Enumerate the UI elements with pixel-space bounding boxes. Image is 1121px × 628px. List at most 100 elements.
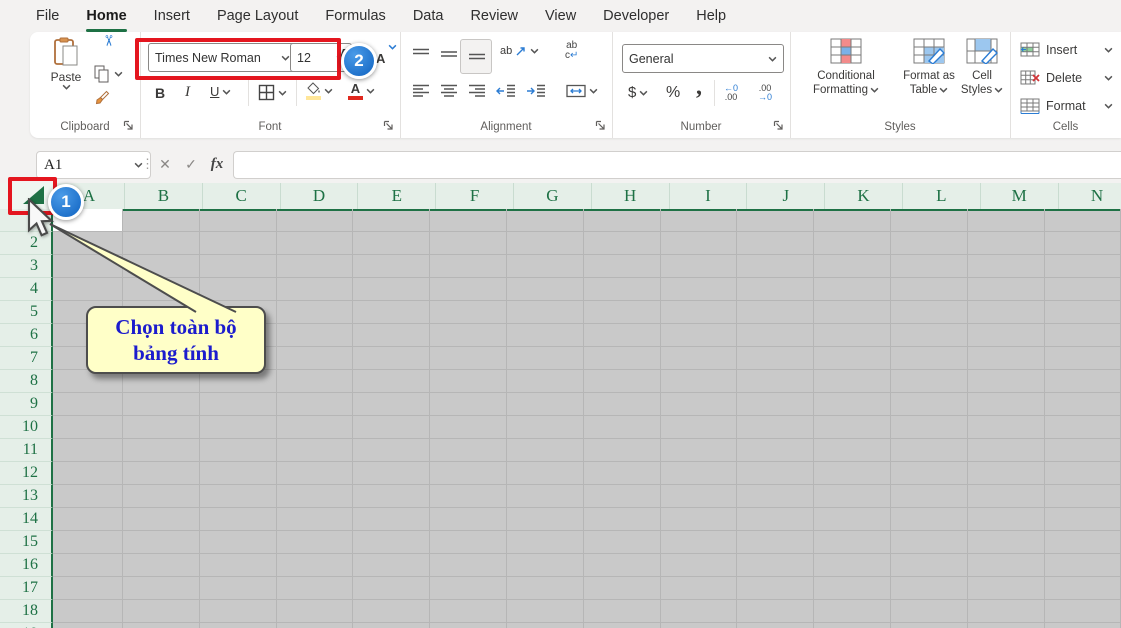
cell-C16[interactable] (200, 554, 277, 577)
cell-M15[interactable] (968, 531, 1045, 554)
format-painter-button[interactable] (94, 90, 123, 106)
increase-indent-button[interactable] (526, 84, 546, 98)
percent-style-button[interactable]: % (666, 84, 680, 102)
cell-I3[interactable] (661, 255, 738, 278)
cell-E8[interactable] (353, 370, 430, 393)
cell-I8[interactable] (661, 370, 738, 393)
cell-E12[interactable] (353, 462, 430, 485)
cell-L7[interactable] (891, 347, 968, 370)
cell-C10[interactable] (200, 416, 277, 439)
cell-D8[interactable] (277, 370, 354, 393)
cell-D1[interactable] (277, 209, 354, 232)
cell-I7[interactable] (661, 347, 738, 370)
cell-L18[interactable] (891, 600, 968, 623)
cell-M1[interactable] (968, 209, 1045, 232)
cell-H8[interactable] (584, 370, 661, 393)
cell-M8[interactable] (968, 370, 1045, 393)
cell-H15[interactable] (584, 531, 661, 554)
wrap-text-button[interactable]: ab c↵ (565, 41, 578, 61)
cell-J13[interactable] (737, 485, 814, 508)
cell-M3[interactable] (968, 255, 1045, 278)
format-as-table-button[interactable]: Format as Table (896, 38, 962, 97)
cell-I12[interactable] (661, 462, 738, 485)
cell-F3[interactable] (430, 255, 507, 278)
cell-H14[interactable] (584, 508, 661, 531)
cell-A14[interactable] (53, 508, 123, 531)
cell-N2[interactable] (1045, 232, 1121, 255)
cell-M18[interactable] (968, 600, 1045, 623)
cell-E18[interactable] (353, 600, 430, 623)
cell-K3[interactable] (814, 255, 891, 278)
cell-M19[interactable] (968, 623, 1045, 628)
tab-review[interactable]: Review (470, 0, 518, 32)
cell-C15[interactable] (200, 531, 277, 554)
cell-N8[interactable] (1045, 370, 1121, 393)
tab-help[interactable]: Help (696, 0, 726, 32)
cell-H7[interactable] (584, 347, 661, 370)
cell-H2[interactable] (584, 232, 661, 255)
column-header-B[interactable]: B (125, 183, 203, 209)
cell-F17[interactable] (430, 577, 507, 600)
cell-M5[interactable] (968, 301, 1045, 324)
cell-E2[interactable] (353, 232, 430, 255)
cell-N17[interactable] (1045, 577, 1121, 600)
cell-G13[interactable] (507, 485, 584, 508)
cell-E17[interactable] (353, 577, 430, 600)
cell-C9[interactable] (200, 393, 277, 416)
cell-L3[interactable] (891, 255, 968, 278)
row-header-13[interactable]: 13 (0, 485, 53, 508)
cell-I18[interactable] (661, 600, 738, 623)
cell-E7[interactable] (353, 347, 430, 370)
cell-L19[interactable] (891, 623, 968, 628)
row-header-16[interactable]: 16 (0, 554, 53, 577)
insert-cells-button[interactable]: Insert (1020, 39, 1113, 61)
cell-I2[interactable] (661, 232, 738, 255)
cell-L5[interactable] (891, 301, 968, 324)
cell-G17[interactable] (507, 577, 584, 600)
cell-C1[interactable] (200, 209, 277, 232)
cell-B14[interactable] (123, 508, 200, 531)
cell-B12[interactable] (123, 462, 200, 485)
cell-N16[interactable] (1045, 554, 1121, 577)
align-middle-button[interactable] (440, 47, 458, 61)
cell-K2[interactable] (814, 232, 891, 255)
cell-L2[interactable] (891, 232, 968, 255)
cell-A13[interactable] (53, 485, 123, 508)
row-header-17[interactable]: 17 (0, 577, 53, 600)
cell-J19[interactable] (737, 623, 814, 628)
cell-E1[interactable] (353, 209, 430, 232)
cancel-button[interactable]: ✕ (153, 151, 177, 177)
row-header-10[interactable]: 10 (0, 416, 53, 439)
cell-A15[interactable] (53, 531, 123, 554)
cell-J9[interactable] (737, 393, 814, 416)
tab-developer[interactable]: Developer (603, 0, 669, 32)
cell-D9[interactable] (277, 393, 354, 416)
cell-J1[interactable] (737, 209, 814, 232)
accounting-format-button[interactable]: $ (628, 84, 648, 101)
cell-L12[interactable] (891, 462, 968, 485)
row-header-4[interactable]: 4 (0, 278, 53, 301)
cell-E15[interactable] (353, 531, 430, 554)
cell-I4[interactable] (661, 278, 738, 301)
cell-L8[interactable] (891, 370, 968, 393)
bold-button[interactable]: B (155, 85, 165, 101)
align-right-button[interactable] (468, 84, 486, 98)
cell-G14[interactable] (507, 508, 584, 531)
cell-D6[interactable] (277, 324, 354, 347)
cell-K14[interactable] (814, 508, 891, 531)
cell-J16[interactable] (737, 554, 814, 577)
cell-D3[interactable] (277, 255, 354, 278)
cell-B4[interactable] (123, 278, 200, 301)
cell-E10[interactable] (353, 416, 430, 439)
cell-N11[interactable] (1045, 439, 1121, 462)
column-header-M[interactable]: M (981, 183, 1059, 209)
align-center-button[interactable] (440, 84, 458, 98)
cell-M16[interactable] (968, 554, 1045, 577)
cell-I5[interactable] (661, 301, 738, 324)
cell-K6[interactable] (814, 324, 891, 347)
tab-insert[interactable]: Insert (154, 0, 190, 32)
cell-G9[interactable] (507, 393, 584, 416)
cell-H18[interactable] (584, 600, 661, 623)
cell-C3[interactable] (200, 255, 277, 278)
cell-G11[interactable] (507, 439, 584, 462)
